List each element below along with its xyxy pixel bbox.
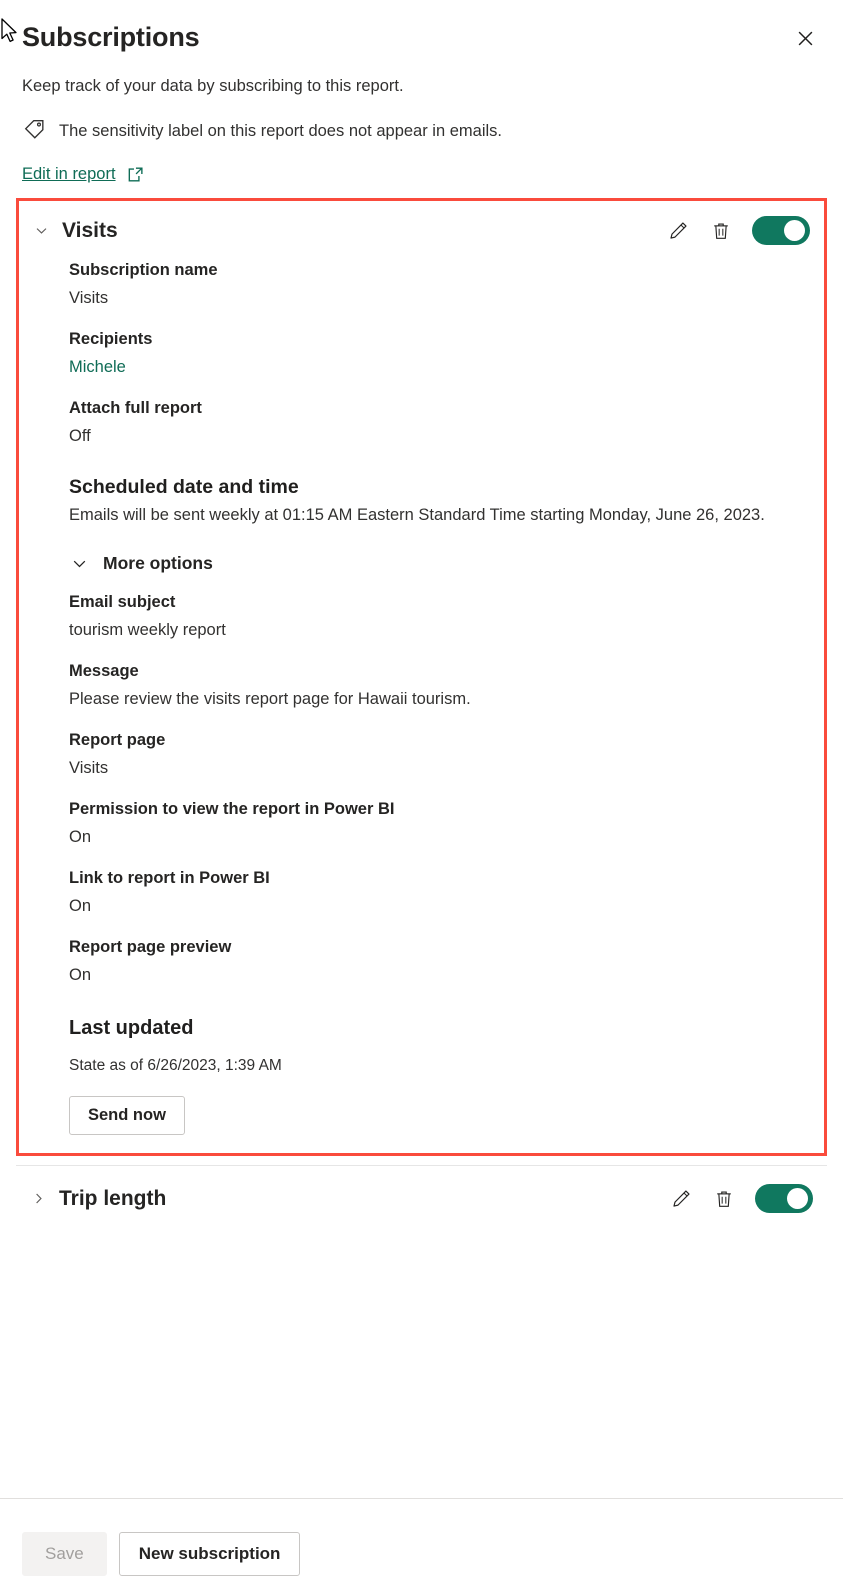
field-value: On — [69, 828, 92, 846]
title-row: Subscriptions — [22, 20, 821, 54]
field-attach-full-report: Attach full report Off — [69, 397, 810, 448]
edit-in-report-link[interactable]: Edit in report — [22, 163, 116, 185]
edit-subscription-button[interactable] — [670, 1187, 693, 1210]
schedule-text: Emails will be sent weekly at 01:15 AM E… — [69, 506, 765, 524]
delete-subscription-button[interactable] — [710, 220, 732, 242]
open-in-new-icon[interactable] — [126, 165, 145, 184]
subscription-toggle-visits[interactable] — [752, 216, 810, 245]
field-value: Please review the visits report page for… — [69, 690, 471, 708]
field-report-page: Report page Visits — [69, 729, 810, 780]
subscription-toggle-trip-length[interactable] — [755, 1184, 813, 1213]
panel-footer: Save New subscription — [0, 1498, 843, 1588]
panel-subtitle: Keep track of your data by subscribing t… — [22, 77, 404, 95]
subscription-header-visits[interactable]: Visits — [19, 201, 824, 259]
recipient-chip[interactable]: Michele — [69, 356, 810, 379]
last-updated-value: State as of 6/26/2023, 1:39 AM — [69, 1057, 282, 1074]
schedule-heading: Scheduled date and time — [69, 476, 299, 498]
field-permission-view-report: Permission to view the report in Power B… — [69, 798, 810, 849]
field-label: Report page preview — [69, 938, 232, 956]
field-report-page-preview: Report page preview On — [69, 936, 810, 987]
field-label: Attach full report — [69, 399, 202, 417]
subscription-actions — [670, 1184, 813, 1213]
more-options-label: More options — [103, 553, 213, 573]
more-options-toggle[interactable]: More options — [71, 552, 810, 575]
sensitivity-text: The sensitivity label on this report doe… — [59, 122, 502, 140]
field-label: Permission to view the report in Power B… — [69, 800, 395, 818]
field-value: Off — [69, 427, 91, 445]
field-value: tourism weekly report — [69, 621, 226, 639]
toggle-knob — [784, 220, 805, 241]
subscription-header-trip-length[interactable]: Trip length — [16, 1166, 827, 1231]
trash-icon — [714, 222, 728, 239]
field-value: On — [69, 966, 92, 984]
new-subscription-button[interactable]: New subscription — [118, 1532, 301, 1576]
field-subscription-name: Subscription name Visits — [69, 259, 810, 310]
toggle-knob — [787, 1188, 808, 1209]
close-button[interactable] — [789, 22, 821, 54]
field-value: Visits — [69, 759, 109, 777]
field-label: Message — [69, 662, 139, 680]
field-link-to-report: Link to report in Power BI On — [69, 867, 810, 918]
delete-subscription-button[interactable] — [713, 1188, 735, 1210]
chevron-down-icon[interactable] — [71, 555, 88, 572]
subscriptions-panel: Subscriptions Keep track of your data by… — [0, 0, 843, 1588]
pencil-icon — [673, 1190, 690, 1207]
field-label: Email subject — [69, 593, 176, 611]
subscription-actions — [667, 216, 810, 245]
pencil-icon — [670, 222, 687, 239]
last-updated-heading: Last updated — [69, 1017, 194, 1039]
subscription-details: Subscription name Visits Recipients Mich… — [19, 259, 824, 1153]
chevron-down-icon[interactable] — [27, 223, 55, 238]
subscription-title: Visits — [62, 218, 118, 242]
edit-subscription-button[interactable] — [667, 219, 690, 242]
subscription-list: Visits Subscription name Visits Recipien… — [0, 198, 843, 1498]
field-label: Report page — [69, 731, 166, 749]
sensitivity-notice: The sensitivity label on this report doe… — [22, 116, 821, 146]
field-label: Link to report in Power BI — [69, 869, 270, 887]
edit-in-report-row[interactable]: Edit in report — [22, 163, 821, 185]
send-now-button[interactable]: Send now — [69, 1096, 185, 1135]
field-label: Recipients — [69, 330, 153, 348]
trash-icon — [717, 1190, 731, 1207]
page-title: Subscriptions — [22, 22, 200, 52]
field-value: Visits — [69, 289, 109, 307]
chevron-right-icon[interactable] — [24, 1191, 52, 1206]
field-email-subject: Email subject tourism weekly report — [69, 591, 810, 642]
subscription-title: Trip length — [59, 1186, 167, 1210]
field-label: Subscription name — [69, 261, 218, 279]
panel-header: Subscriptions Keep track of your data by… — [0, 0, 843, 185]
save-button[interactable]: Save — [22, 1532, 107, 1576]
close-icon — [798, 31, 812, 45]
field-recipients: Recipients Michele — [69, 328, 810, 379]
field-scheduled-date-time: Scheduled date and time Emails will be s… — [69, 474, 810, 530]
tag-icon — [22, 116, 47, 146]
field-message: Message Please review the visits report … — [69, 660, 810, 711]
field-value: On — [69, 897, 92, 915]
subscription-card-visits: Visits Subscription name Visits Recipien… — [16, 198, 827, 1156]
